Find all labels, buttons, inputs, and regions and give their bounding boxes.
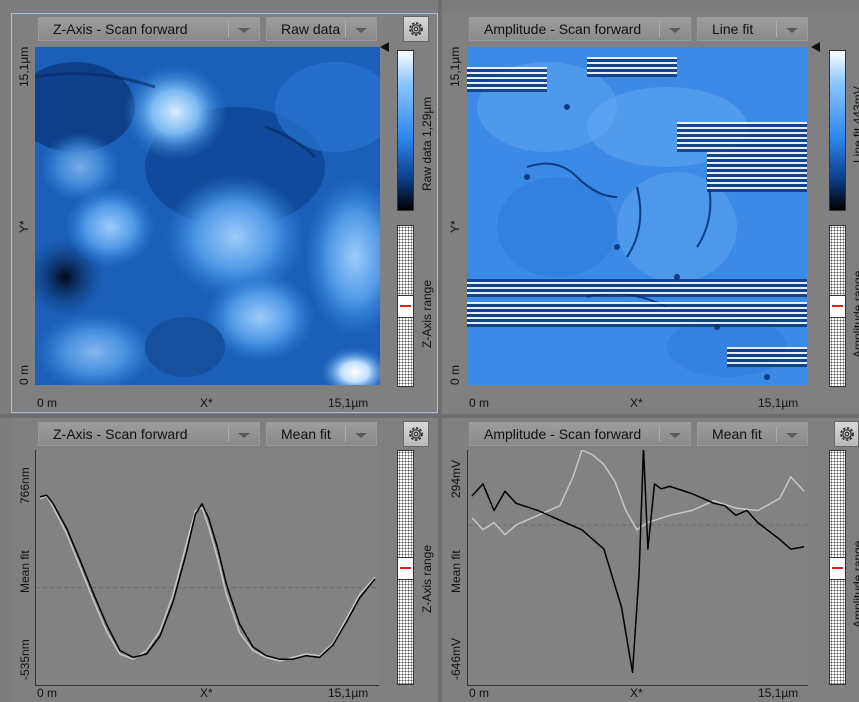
channel-dropdown[interactable]: Z-Axis - Scan forward xyxy=(38,17,260,41)
y-axis-bottom-label: 0 m xyxy=(448,364,462,385)
range-handle[interactable] xyxy=(830,556,845,580)
y-axis-bottom-label: 0 m xyxy=(17,364,31,385)
profile-line-backward xyxy=(471,449,805,536)
channel-label: Amplitude - Scan forward xyxy=(484,21,642,37)
image-panel-z-axis[interactable]: Z-Axis - Scan forward Raw data 15,1µm Y*… xyxy=(11,13,438,413)
y-axis-mid-label: Mean fit xyxy=(18,550,32,593)
range-handle[interactable] xyxy=(830,295,845,318)
z-axis-range-slider[interactable] xyxy=(397,450,414,685)
z-axis-profile-plot[interactable] xyxy=(35,450,379,686)
label-clip: Line fit 443mV Amplitude range xyxy=(847,13,859,413)
chevron-down-icon xyxy=(669,433,681,438)
chevron-down-icon xyxy=(355,28,367,33)
x-axis-right-label: 15,1µm xyxy=(328,686,369,700)
channel-dropdown[interactable]: Z-Axis - Scan forward xyxy=(38,422,260,446)
z-axis-profile-svg xyxy=(36,494,379,662)
colorbar-label: Line fit 443mV xyxy=(851,86,859,163)
chevron-down-icon xyxy=(786,433,798,438)
colorbar-marker-icon[interactable] xyxy=(811,42,820,52)
filter-label: Mean fit xyxy=(281,426,331,442)
z-axis-topography-image[interactable] xyxy=(35,47,380,385)
amplitude-profile-plot[interactable] xyxy=(467,446,808,686)
profile-line-forward xyxy=(471,446,805,674)
chevron-down-icon xyxy=(786,28,798,33)
channel-label: Z-Axis - Scan forward xyxy=(53,21,188,37)
profile-panel-amplitude[interactable]: Amplitude - Scan forward Mean fit 294mV … xyxy=(442,418,859,702)
profile-line-backward xyxy=(39,495,376,662)
profile-line-forward xyxy=(39,494,376,660)
y-axis-top-label: 15,1µm xyxy=(448,46,462,87)
amplitude-profile-svg xyxy=(468,446,808,674)
channel-dropdown[interactable]: Amplitude - Scan forward xyxy=(469,422,691,446)
settings-button[interactable] xyxy=(403,16,429,42)
chevron-down-icon xyxy=(355,433,367,438)
filter-dropdown[interactable]: Mean fit xyxy=(266,422,377,446)
y-axis-mid-label: Y* xyxy=(17,220,31,233)
y-axis-top-label: 766nm xyxy=(18,467,32,504)
channel-label: Amplitude - Scan forward xyxy=(484,426,642,442)
z-axis-range-slider[interactable] xyxy=(397,225,414,387)
range-label: Amplitude range xyxy=(851,270,859,358)
x-axis-left-label: 0 m xyxy=(469,396,490,410)
filter-dropdown[interactable]: Raw data xyxy=(266,17,377,41)
x-axis-right-label: 15,1µm xyxy=(758,396,799,410)
color-scale-bar[interactable] xyxy=(829,50,846,211)
filter-label: Line fit xyxy=(712,21,754,37)
color-scale-bar[interactable] xyxy=(397,50,414,211)
x-axis-left-label: 0 m xyxy=(37,686,58,700)
amplitude-range-slider[interactable] xyxy=(829,450,846,685)
channel-label: Z-Axis - Scan forward xyxy=(53,426,188,442)
filter-dropdown[interactable]: Line fit xyxy=(697,17,808,41)
label-clip: Amplitude range xyxy=(847,418,859,702)
chevron-down-icon xyxy=(238,28,250,33)
y-axis-mid-label: Y* xyxy=(448,220,462,233)
range-label: Z-Axis range xyxy=(420,544,434,613)
settings-button[interactable] xyxy=(403,421,429,447)
filter-label: Mean fit xyxy=(712,426,762,442)
y-axis-bottom-label: -535nm xyxy=(18,639,32,680)
y-axis-mid-label: Mean fit xyxy=(449,550,463,593)
colorbar-label: Raw data 1,29µm xyxy=(420,96,434,191)
gear-icon xyxy=(409,22,423,36)
chevron-down-icon xyxy=(669,28,681,33)
x-axis-mid-label: X* xyxy=(200,396,213,410)
x-axis-left-label: 0 m xyxy=(469,686,490,700)
x-axis-right-label: 15,1µm xyxy=(328,396,369,410)
filter-label: Raw data xyxy=(281,21,341,37)
filter-dropdown[interactable]: Mean fit xyxy=(697,422,808,446)
x-axis-left-label: 0 m xyxy=(37,396,58,410)
channel-dropdown[interactable]: Amplitude - Scan forward xyxy=(469,17,691,41)
x-axis-mid-label: X* xyxy=(630,686,643,700)
range-label: Z-Axis range xyxy=(420,279,434,348)
y-axis-top-label: 294mV xyxy=(449,459,463,498)
x-axis-mid-label: X* xyxy=(630,396,643,410)
y-axis-top-label: 15,1µm xyxy=(17,46,31,87)
gear-icon xyxy=(409,427,423,441)
x-axis-right-label: 15,1µm xyxy=(758,686,799,700)
amplitude-image[interactable] xyxy=(467,47,807,385)
chevron-down-icon xyxy=(238,433,250,438)
range-label: Amplitude range xyxy=(851,540,859,628)
amplitude-range-slider[interactable] xyxy=(829,225,846,387)
x-axis-mid-label: X* xyxy=(200,686,213,700)
colorbar-marker-icon[interactable] xyxy=(380,42,389,52)
y-axis-bottom-label: -646mV xyxy=(449,637,463,680)
range-handle[interactable] xyxy=(398,556,413,580)
range-handle[interactable] xyxy=(398,295,413,318)
image-panel-amplitude[interactable]: Amplitude - Scan forward Line fit 15,1µm… xyxy=(442,13,859,413)
profile-panel-z-axis[interactable]: Z-Axis - Scan forward Mean fit 766nm Mea… xyxy=(11,418,438,702)
